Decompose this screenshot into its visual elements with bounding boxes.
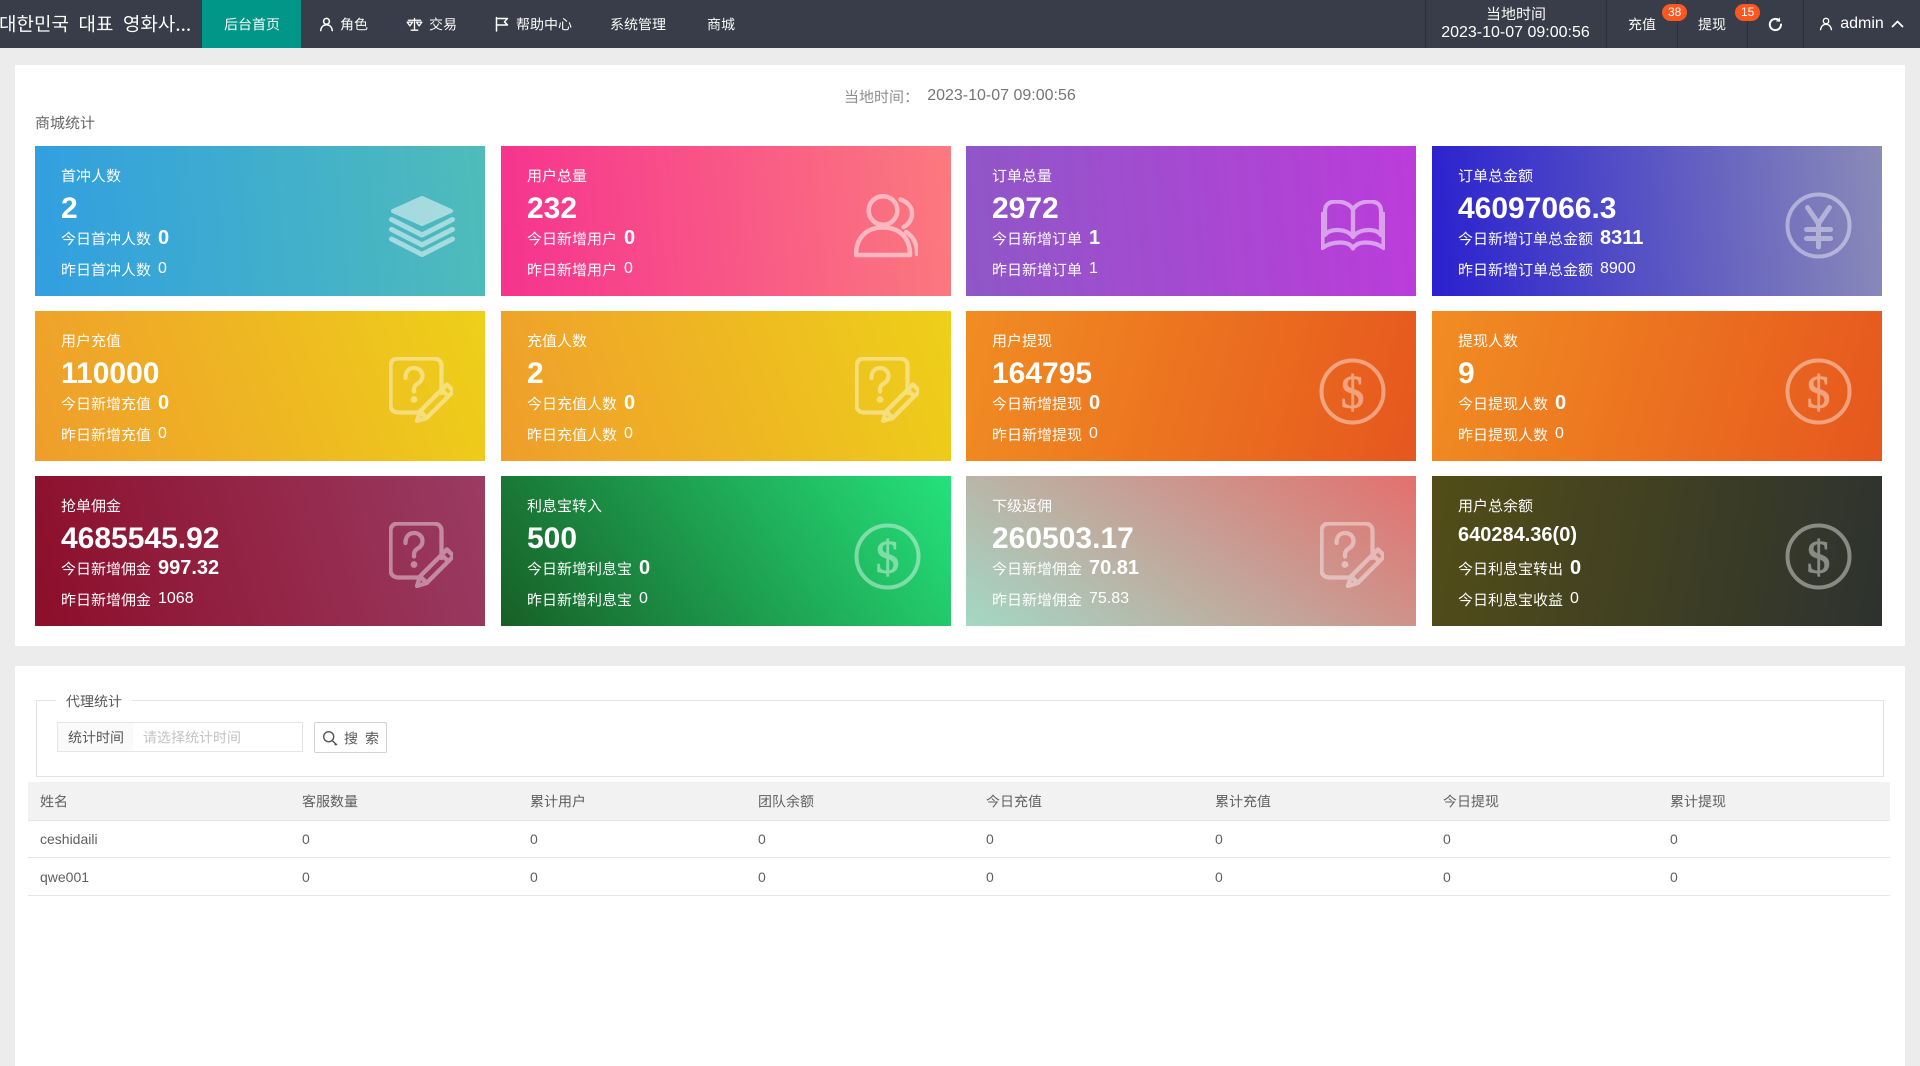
svg-text:$: $ bbox=[1807, 367, 1831, 419]
svg-text:$: $ bbox=[1807, 532, 1831, 584]
svg-text:$: $ bbox=[876, 532, 900, 584]
svg-text:$: $ bbox=[1341, 367, 1365, 419]
